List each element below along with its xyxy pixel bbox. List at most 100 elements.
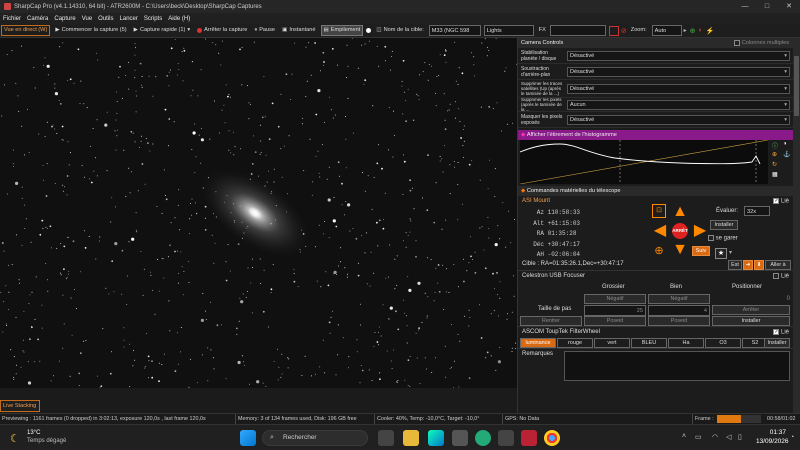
reticle-icon[interactable] (608, 25, 619, 36)
arrow-up-icon[interactable]: ▲ (672, 204, 688, 220)
park-checkbox[interactable] (708, 235, 714, 241)
panel-scrollbar[interactable] (793, 38, 800, 413)
fx-select[interactable] (549, 25, 606, 36)
target-name-select[interactable]: M33 (NGC 598 (428, 25, 481, 36)
stretch-icon[interactable]: ⚓ (783, 151, 790, 158)
fine-step-input[interactable]: 4 (648, 305, 710, 316)
coarse-push-button[interactable]: Poseid (584, 316, 646, 326)
menu-camera[interactable]: Caméra (27, 16, 48, 22)
control-select[interactable]: Désactivé (567, 50, 790, 61)
network-tray-icon[interactable]: ▭ (695, 433, 702, 441)
control-select[interactable]: Aucun (567, 99, 790, 110)
coarse-negative-button[interactable]: Négatif (584, 294, 646, 304)
contrast-icon[interactable]: ◑ (783, 141, 787, 147)
filter-button[interactable]: O3 (705, 338, 741, 348)
mount-setup-button[interactable]: Installer (710, 220, 738, 230)
record-icon[interactable] (366, 28, 372, 33)
stop-capture-button[interactable]: Arrêter la capture (195, 25, 249, 36)
filter-button[interactable]: BLEU (631, 338, 667, 348)
chevron-up-icon[interactable]: ˄ (682, 433, 686, 440)
retract-button[interactable]: Rentrer (520, 316, 582, 326)
bars-icon[interactable]: ▦ (772, 171, 778, 178)
store-icon[interactable] (452, 430, 468, 446)
star-dropdown-icon[interactable]: ▾ (729, 249, 732, 256)
multi-columns-checkbox[interactable] (734, 39, 741, 46)
control-select[interactable]: Désactivé (567, 114, 790, 125)
zoom-icon[interactable]: ⊕ (772, 151, 777, 158)
menu-help[interactable]: Aide (H) (168, 16, 190, 22)
clock-date[interactable]: 13/09/2026 (756, 438, 789, 445)
focus-assist-icon[interactable]: ◐ (699, 27, 703, 34)
refresh-icon[interactable]: ↻ (772, 161, 777, 168)
volume-icon[interactable]: ◁ (726, 433, 731, 441)
telescope-header[interactable]: ◆ Commandes matérielles du télescope (518, 186, 793, 196)
snapshot-button[interactable]: ▣ Instantané (280, 25, 317, 36)
coarse-step-input[interactable]: 25 (584, 305, 646, 316)
zoom-arrow-icon[interactable]: ▸ (684, 27, 687, 34)
quick-capture-button[interactable]: ▶ Capture rapide (1) ▾ (132, 25, 193, 36)
fine-push-button[interactable]: Poseid (648, 316, 710, 326)
menu-capture[interactable]: Capture (54, 16, 75, 22)
filter-button[interactable]: rouge (557, 338, 593, 348)
east-button[interactable]: Est (728, 260, 742, 270)
speed-select[interactable]: 32x (744, 206, 770, 216)
clock-time[interactable]: 01:37 (756, 429, 786, 436)
star-icon[interactable]: ★ (715, 248, 727, 259)
focuser-connected-checkbox[interactable] (773, 273, 780, 279)
focuser-stop-button[interactable]: Arrêter (712, 305, 790, 315)
windows-start-icon[interactable] (240, 430, 256, 446)
stop-mount-button[interactable]: ARRÊT (672, 223, 688, 239)
filter-button[interactable]: Ha (668, 338, 704, 348)
focuser-setup-button[interactable]: Installer (712, 316, 790, 326)
goto-button[interactable]: Aller à (765, 260, 791, 270)
weather-icon[interactable]: ☾ (10, 432, 20, 445)
menu-scripts[interactable]: Scripts (144, 16, 162, 22)
start-capture-button[interactable]: ▶ Commencer la capture (5) (53, 25, 128, 36)
menu-run[interactable]: Lancer (120, 16, 138, 22)
image-viewer[interactable] (0, 38, 517, 388)
file-explorer-icon[interactable] (403, 430, 419, 446)
pause-button[interactable]: ⏸ Pause (252, 25, 277, 36)
target-crosshair-icon[interactable]: ⊕ (652, 244, 666, 258)
lightning-icon[interactable]: ⚡ (706, 27, 715, 35)
scrollbar-thumb[interactable] (794, 56, 799, 116)
arrow-left-icon[interactable]: ◀ (652, 223, 668, 239)
notification-icon[interactable]: ◔ (790, 434, 794, 441)
app-icon-red[interactable] (521, 430, 537, 446)
arrow-right-small-icon[interactable]: ➜ (743, 260, 753, 270)
sync-icon[interactable]: ⊡ (652, 204, 666, 218)
stacking-button[interactable]: ▤ Empilement (320, 25, 364, 36)
info-icon[interactable]: ⓘ (772, 141, 778, 150)
control-select[interactable]: Désactivé (567, 66, 790, 77)
menu-file[interactable]: Fichier (3, 16, 21, 22)
app-icon-green[interactable] (475, 430, 491, 446)
wifi-icon[interactable]: ◠ (712, 433, 718, 441)
menu-view[interactable]: Vue (82, 16, 92, 22)
control-select[interactable]: Désactivé (567, 83, 790, 94)
reticle-options-icon[interactable]: ⊘ (621, 27, 627, 35)
filterwheel-setup-button[interactable]: Installer (764, 338, 790, 348)
arrow-right-icon[interactable]: ▶ (692, 223, 708, 239)
arrow-down-small-icon[interactable]: ⬇ (754, 260, 764, 270)
remarks-input[interactable] (564, 351, 790, 381)
sharpcap-taskbar-icon[interactable] (498, 430, 514, 446)
battery-icon[interactable]: ▯ (738, 433, 742, 441)
target-icon[interactable]: ⊕ (690, 27, 696, 35)
search-box[interactable]: ⌕ Rechercher (262, 430, 368, 446)
zoom-select[interactable]: Auto (651, 25, 682, 36)
arrow-down-icon[interactable]: ▼ (672, 242, 688, 258)
live-view-button[interactable]: Vue en direct (W) (1, 25, 51, 36)
filter-button[interactable]: vert (594, 338, 630, 348)
maximize-icon[interactable]: □ (756, 0, 778, 13)
live-stacking-tab[interactable]: Live Stacking (0, 400, 40, 412)
menu-tools[interactable]: Outils (98, 16, 113, 22)
filterwheel-connected-checkbox[interactable]: ✓ (773, 329, 780, 335)
follow-button[interactable]: Suiv (692, 246, 710, 256)
minimize-icon[interactable]: — (734, 0, 756, 13)
histogram-chart[interactable] (520, 140, 768, 184)
mount-connected-checkbox[interactable]: ✓ (773, 198, 780, 204)
chevron-down-icon[interactable]: ▾ (187, 25, 190, 36)
filter-button[interactable]: luminance (520, 338, 556, 348)
close-icon[interactable]: ✕ (778, 0, 800, 13)
fine-negative-button[interactable]: Négatif (648, 294, 710, 304)
